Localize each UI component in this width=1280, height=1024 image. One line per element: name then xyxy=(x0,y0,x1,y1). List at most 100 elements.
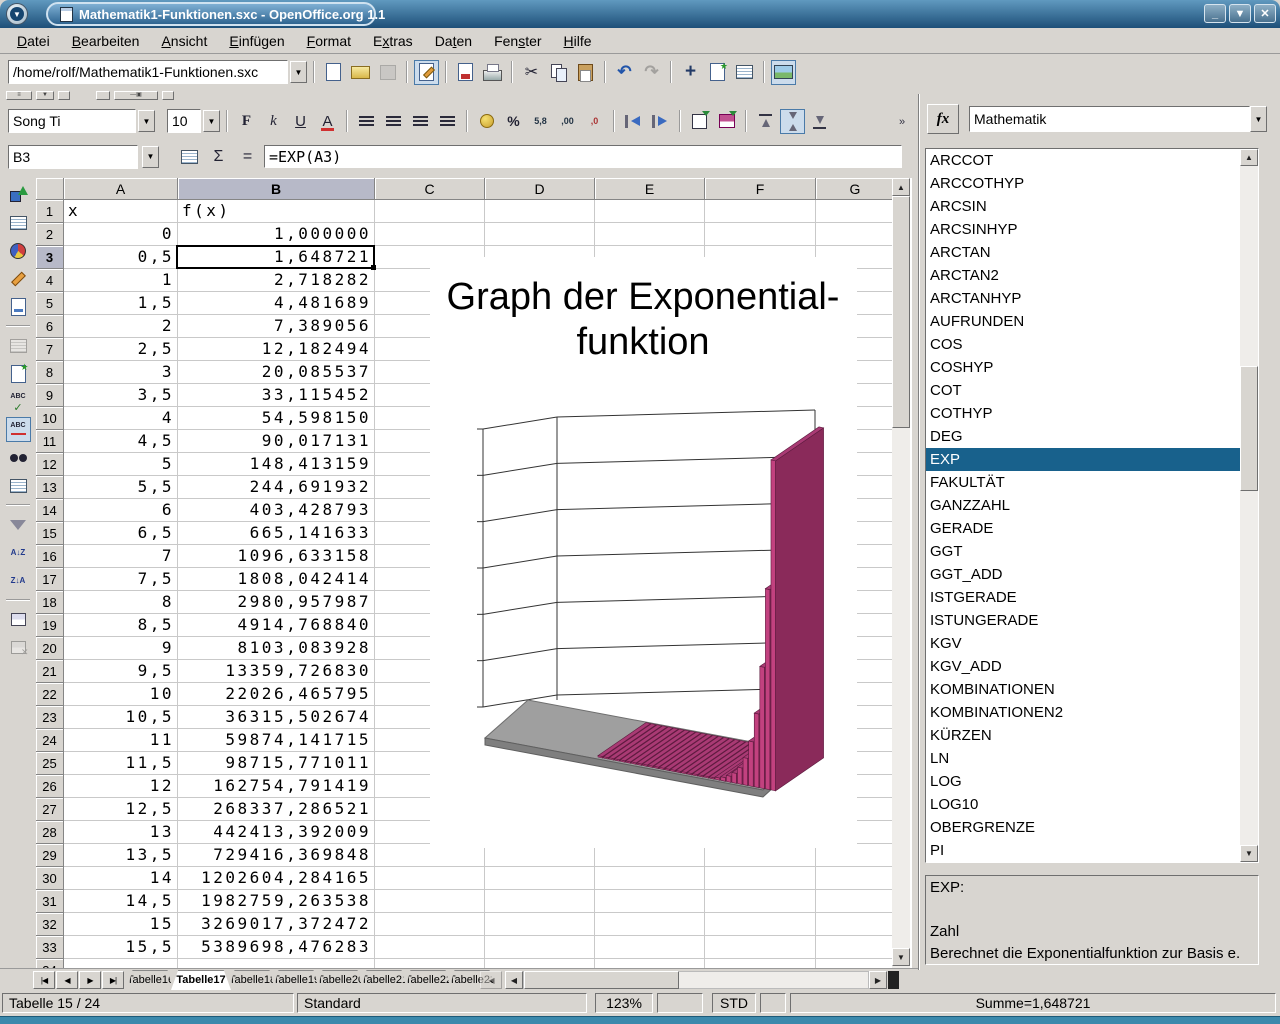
cell-A10[interactable]: 4 xyxy=(64,407,174,430)
number-currency-icon[interactable] xyxy=(474,109,499,134)
cell-A9[interactable]: 3,5 xyxy=(64,384,174,407)
menu-item-datei[interactable]: Datei xyxy=(6,30,61,52)
row-header-12[interactable]: 12 xyxy=(36,453,64,476)
insert-form-icon[interactable] xyxy=(6,294,31,319)
function-item-ln[interactable]: LN xyxy=(926,747,1258,770)
first-sheet-button[interactable]: |◀ xyxy=(33,971,55,989)
toolbar-grip-icon[interactable]: ≡ xyxy=(6,91,32,100)
row-header-22[interactable]: 22 xyxy=(36,683,64,706)
row-header-8[interactable]: 8 xyxy=(36,361,64,384)
selection-handle[interactable] xyxy=(371,265,376,270)
cell-B7[interactable]: 12,182494 xyxy=(178,338,371,361)
cell-A7[interactable]: 2,5 xyxy=(64,338,174,361)
function-item-cot[interactable]: COT xyxy=(926,379,1258,402)
edit-file-icon[interactable] xyxy=(414,60,439,85)
cell-A14[interactable]: 6 xyxy=(64,499,174,522)
row-header-6[interactable]: 6 xyxy=(36,315,64,338)
function-item-kgv[interactable]: KGV xyxy=(926,632,1258,655)
cell-A29[interactable]: 13,5 xyxy=(64,844,174,867)
close-button[interactable]: ✕ xyxy=(1254,4,1276,23)
row-header-19[interactable]: 19 xyxy=(36,614,64,637)
menu-item-ansicht[interactable]: Ansicht xyxy=(150,30,218,52)
status-page-style[interactable]: Standard xyxy=(297,993,587,1013)
group-icon[interactable] xyxy=(6,607,31,632)
cell-A8[interactable]: 3 xyxy=(64,361,174,384)
menu-item-fenster[interactable]: Fenster xyxy=(483,30,552,52)
cell-B9[interactable]: 33,115452 xyxy=(178,384,371,407)
function-item-aufrunden[interactable]: AUFRUNDEN xyxy=(926,310,1258,333)
scroll-up-icon[interactable]: ▲ xyxy=(892,178,910,196)
row-header-2[interactable]: 2 xyxy=(36,223,64,246)
open-folder-icon[interactable] xyxy=(348,60,373,85)
print-file-icon[interactable] xyxy=(480,60,505,85)
cell-B16[interactable]: 1096,633158 xyxy=(178,545,371,568)
cell-B2[interactable]: 1,000000 xyxy=(178,223,371,246)
column-header-G[interactable]: G xyxy=(816,178,895,200)
row-header-16[interactable]: 16 xyxy=(36,545,64,568)
cell-B18[interactable]: 2980,957987 xyxy=(178,591,371,614)
hscroll-left-icon[interactable]: ◀ xyxy=(505,971,523,989)
function-item-coshyp[interactable]: COSHYP xyxy=(926,356,1258,379)
font-size-dropdown-button[interactable]: ▼ xyxy=(203,110,220,132)
function-scroll-thumb[interactable] xyxy=(1240,366,1258,491)
function-item-istungerade[interactable]: ISTUNGERADE xyxy=(926,609,1258,632)
function-item-kürzen[interactable]: KÜRZEN xyxy=(926,724,1258,747)
cell-B33[interactable]: 5389698,476283 xyxy=(178,936,371,959)
row-header-33[interactable]: 33 xyxy=(36,936,64,959)
url-input[interactable] xyxy=(8,60,288,84)
cell-A24[interactable]: 11 xyxy=(64,729,174,752)
row-header-7[interactable]: 7 xyxy=(36,338,64,361)
cell-B25[interactable]: 98715,771011 xyxy=(178,752,371,775)
decrease-indent-icon[interactable] xyxy=(621,109,646,134)
cell-B23[interactable]: 36315,502674 xyxy=(178,706,371,729)
sheet-tab-tabelle22[interactable]: Tabelle22 xyxy=(405,970,451,990)
font-name-dropdown-button[interactable]: ▼ xyxy=(138,110,155,132)
status-modified-flag[interactable] xyxy=(760,993,786,1013)
cell-A20[interactable]: 9 xyxy=(64,637,174,660)
align-justify-icon[interactable] xyxy=(435,109,460,134)
font-name-input[interactable] xyxy=(8,109,136,133)
row-header-32[interactable]: 32 xyxy=(36,913,64,936)
function-item-fakultät[interactable]: FAKULTÄT xyxy=(926,471,1258,494)
name-box-input[interactable] xyxy=(8,145,138,169)
cell-A16[interactable]: 7 xyxy=(64,545,174,568)
cell-B12[interactable]: 148,413159 xyxy=(178,453,371,476)
cell-A26[interactable]: 12 xyxy=(64,775,174,798)
row-header-10[interactable]: 10 xyxy=(36,407,64,430)
function-item-cos[interactable]: COS xyxy=(926,333,1258,356)
column-header-B[interactable]: B xyxy=(178,178,375,200)
cell-B17[interactable]: 1808,042414 xyxy=(178,568,371,591)
sort-ascending-icon[interactable] xyxy=(6,540,31,565)
function-item-arctan[interactable]: ARCTAN xyxy=(926,241,1258,264)
url-dropdown-button[interactable]: ▼ xyxy=(290,61,307,83)
hscroll-right-icon[interactable]: ▶ xyxy=(869,971,887,989)
toolbar-collapse-icon[interactable]: ▼ xyxy=(36,91,54,100)
formula-input[interactable] xyxy=(264,145,902,168)
cell-B28[interactable]: 442413,392009 xyxy=(178,821,371,844)
cell-B14[interactable]: 403,428793 xyxy=(178,499,371,522)
insert-cells-icon[interactable] xyxy=(6,210,31,235)
row-header-21[interactable]: 21 xyxy=(36,660,64,683)
export-pdf-icon[interactable] xyxy=(453,60,478,85)
row-header-11[interactable]: 11 xyxy=(36,430,64,453)
pin-icon[interactable]: —▣ xyxy=(114,91,158,100)
delete-decimal-icon[interactable] xyxy=(582,109,607,134)
italic-button[interactable]: k xyxy=(261,109,286,134)
cell-B5[interactable]: 4,481689 xyxy=(178,292,371,315)
cell-A17[interactable]: 7,5 xyxy=(64,568,174,591)
cell-A22[interactable]: 10 xyxy=(64,683,174,706)
function-item-arcsinhyp[interactable]: ARCSINHYP xyxy=(926,218,1258,241)
find-icon[interactable] xyxy=(6,445,31,470)
cell-B6[interactable]: 7,389056 xyxy=(178,315,371,338)
row-header-26[interactable]: 26 xyxy=(36,775,64,798)
scrollbar-split-handle[interactable] xyxy=(888,971,899,989)
function-item-exp[interactable]: EXP xyxy=(926,448,1258,471)
toolbar-grip-icon[interactable] xyxy=(58,91,70,100)
cell-A32[interactable]: 15 xyxy=(64,913,174,936)
function-item-obergrenze[interactable]: OBERGRENZE xyxy=(926,816,1258,839)
function-item-log[interactable]: LOG xyxy=(926,770,1258,793)
status-selection-mode[interactable]: STD xyxy=(712,993,756,1013)
function-icon[interactable]: = xyxy=(235,144,260,169)
chart-object[interactable]: Graph der Exponential-funktion xyxy=(430,257,857,848)
datasources-icon[interactable] xyxy=(6,473,31,498)
